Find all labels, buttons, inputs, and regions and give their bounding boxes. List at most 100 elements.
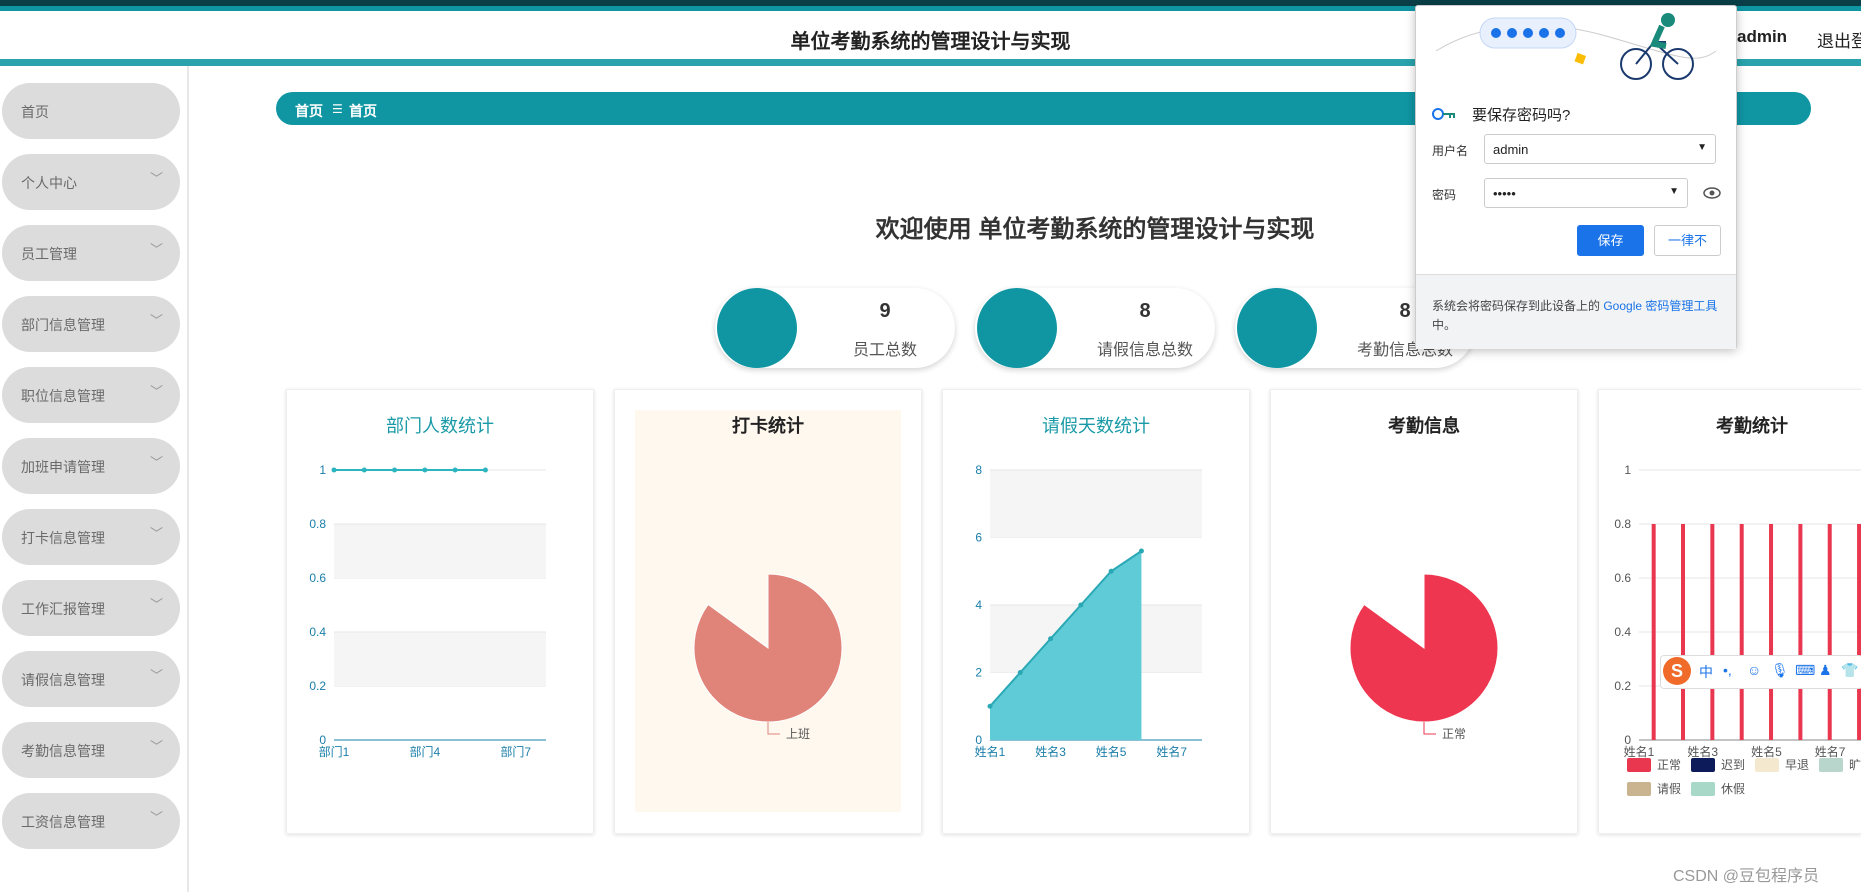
legend-swatch — [1627, 782, 1651, 796]
chevron-down-icon: ﹀ — [150, 384, 164, 399]
sidebar-item[interactable]: 个人中心 ﹀ — [2, 154, 180, 210]
eye-icon[interactable] — [1703, 187, 1721, 199]
footer-text-after: 中。 — [1432, 318, 1457, 332]
x-tick-label: 姓名3 — [1035, 744, 1066, 759]
password-value: ••••• — [1493, 186, 1516, 201]
chart-title: 考勤统计 — [1716, 416, 1788, 436]
chart-card-leave: 0 2 4 6 8 姓名1 姓名3 姓名5 姓名7 请假天数统计 — [942, 389, 1250, 834]
x-tick-label: 姓名3 — [1687, 744, 1718, 759]
legend-label: 迟到 — [1721, 758, 1745, 772]
y-tick-label: 4 — [975, 598, 982, 612]
sidebar-item[interactable]: 首页 — [2, 83, 180, 139]
sidebar-item[interactable]: 请假信息管理 ﹀ — [2, 651, 180, 707]
stat-value: 8 — [1139, 300, 1151, 322]
password-manager-link[interactable]: Google 密码管理工具 — [1603, 299, 1717, 313]
attendance-pie-chart: 正常 — [1349, 573, 1499, 741]
key-icon — [1432, 108, 1455, 120]
y-tick-label: 0.6 — [309, 571, 326, 585]
never-button[interactable]: 一律不 — [1654, 225, 1721, 256]
sidebar-item-label: 打卡信息管理 — [21, 530, 105, 546]
chart-title: 打卡统计 — [732, 416, 804, 436]
y-tick-label: 1 — [1624, 463, 1631, 477]
stat-card-employees: 9 员工总数 — [715, 288, 955, 368]
chevron-down-icon: ﹀ — [150, 455, 164, 470]
sidebar: 首页 个人中心 ﹀ 员工管理 ﹀ 部门信息管理 ﹀ 职位信息管理 ﹀ 加班申请管理 ﹀ 打卡信息管理 ﹀… — [0, 66, 189, 892]
legend-label: 旷工 — [1849, 758, 1861, 772]
menu-icon: ☰ — [332, 102, 343, 116]
stat-icon — [717, 288, 797, 368]
sidebar-item-label: 加班申请管理 — [21, 459, 105, 475]
sidebar-item[interactable]: 部门信息管理 ﹀ — [2, 296, 180, 352]
data-point — [482, 467, 488, 473]
data-point — [1108, 568, 1114, 574]
breadcrumb-root[interactable]: 首页 — [295, 101, 323, 121]
leave-area-chart: 02468姓名1 姓名3 姓名5 姓名7 — [975, 463, 1202, 759]
chevron-down-icon: ﹀ — [150, 526, 164, 541]
ime-logo[interactable]: S — [1663, 657, 1691, 685]
sidebar-item-label: 部门信息管理 — [21, 317, 105, 333]
password-field[interactable]: ••••• ▼ — [1484, 178, 1688, 208]
legend-label: 请假 — [1657, 782, 1681, 796]
dialog-footer: 系统会将密码保存到此设备上的 Google 密码管理工具中。 — [1416, 274, 1736, 349]
user-icon[interactable]: ♟ — [1819, 662, 1832, 679]
sidebar-item-label: 请假信息管理 — [21, 672, 105, 688]
y-tick-label: 0.4 — [1614, 625, 1631, 639]
x-tick-label: 部门7 — [500, 744, 531, 759]
keyboard-icon[interactable]: ⌨ — [1795, 662, 1815, 679]
clockin-pie-chart: 上班 — [635, 410, 901, 812]
chart-title: 考勤信息 — [1388, 416, 1460, 436]
chevron-down-icon: ﹀ — [150, 739, 164, 754]
chevron-down-icon: ﹀ — [150, 313, 164, 328]
mic-icon[interactable]: 🎙 — [1771, 662, 1789, 679]
label-line — [1423, 722, 1436, 735]
x-tick-label: 部门1 — [319, 744, 350, 759]
username-field[interactable]: admin ▼ — [1484, 134, 1716, 164]
data-point — [1138, 548, 1144, 554]
data-point — [1017, 670, 1023, 675]
chevron-down-icon: ﹀ — [150, 668, 164, 683]
watermark: CSDN @豆包程序员 — [1673, 868, 1820, 885]
sidebar-item[interactable]: 职位信息管理 ﹀ — [2, 367, 180, 423]
data-point — [392, 467, 398, 473]
attendance-bar-chart: 00.20.40.60.81姓名1姓名3姓名5姓名7正常迟到早退旷工请假休假 — [1614, 463, 1861, 796]
sidebar-item[interactable]: 工资信息管理 ﹀ — [2, 793, 180, 849]
sidebar-item[interactable]: 打卡信息管理 ﹀ — [2, 509, 180, 565]
chevron-down-icon: ▼ — [1697, 142, 1707, 153]
sidebar-item[interactable]: 考勤信息管理 ﹀ — [2, 722, 180, 778]
sidebar-item-label: 工作汇报管理 — [21, 601, 105, 617]
legend-label: 正常 — [1657, 758, 1681, 772]
y-tick-label: 0.2 — [309, 679, 326, 693]
bar — [1857, 524, 1861, 740]
legend-swatch — [1627, 758, 1651, 772]
grid-band — [334, 524, 546, 578]
password-label: 密码 — [1432, 188, 1457, 202]
sidebar-item-label: 考勤信息管理 — [21, 743, 105, 759]
dialog-title: 要保存密码吗? — [1472, 107, 1571, 124]
illustration — [1435, 13, 1717, 80]
bar — [1827, 524, 1832, 740]
y-tick-label: 1 — [319, 463, 326, 477]
sidebar-item-label: 首页 — [21, 104, 49, 120]
y-tick-label: 0.2 — [1614, 679, 1631, 693]
shirt-icon[interactable]: 👕 — [1841, 662, 1858, 679]
breadcrumb-current: 首页 — [349, 103, 377, 119]
slice-label: 正常 — [1442, 727, 1466, 741]
chart-card-attendance: 正常 考勤信息 — [1270, 389, 1578, 834]
logout-button[interactable]: 退出登录 — [1817, 27, 1861, 52]
ime-mode[interactable]: 中 — [1699, 662, 1713, 682]
emoji-icon[interactable]: ☺ — [1747, 662, 1761, 678]
bar — [1710, 524, 1715, 740]
sidebar-item[interactable]: 加班申请管理 ﹀ — [2, 438, 180, 494]
ime-punct[interactable]: •, — [1723, 662, 1732, 678]
chart-card-stats: 00.20.40.60.81姓名1姓名3姓名5姓名7正常迟到早退旷工请假休假 考… — [1598, 389, 1861, 834]
chevron-down-icon: ﹀ — [150, 171, 164, 186]
save-button[interactable]: 保存 — [1577, 225, 1644, 256]
footer-text-before: 系统会将密码保存到此设备上的 — [1432, 299, 1604, 313]
x-tick-label: 姓名1 — [975, 744, 1006, 759]
sidebar-item[interactable]: 工作汇报管理 ﹀ — [2, 580, 180, 636]
legend-swatch — [1755, 758, 1779, 772]
bar — [1739, 524, 1744, 740]
y-tick-label: 0.6 — [1614, 571, 1631, 585]
x-tick-label: 姓名1 — [1624, 744, 1655, 759]
y-tick-label: 0.8 — [309, 517, 326, 531]
